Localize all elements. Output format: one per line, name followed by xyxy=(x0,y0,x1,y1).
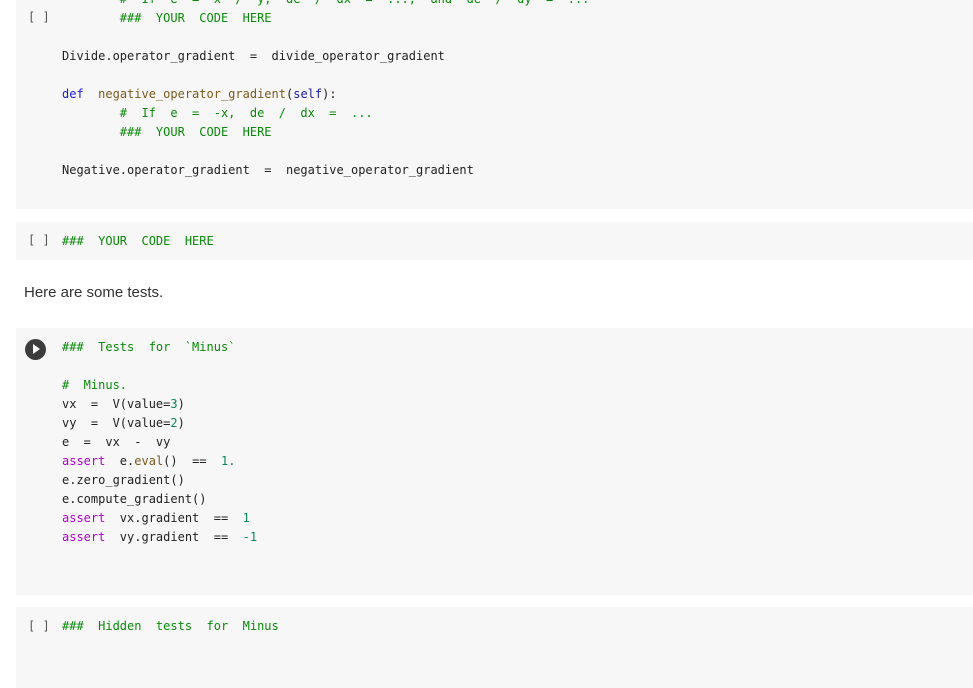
code-token: 2 xyxy=(170,416,178,430)
cell-run-bracket[interactable]: [ ] xyxy=(28,233,50,247)
code-token: def xyxy=(62,87,84,101)
code-editor[interactable]: ### Tests for `Minus` # Minus. vx = V(valu… xyxy=(62,338,257,547)
code-token: ) xyxy=(177,416,185,430)
code-token: () == xyxy=(163,454,221,468)
code-line: e.compute_gradient() xyxy=(62,490,257,509)
code-token: 3 xyxy=(170,397,178,411)
code-token: # If e = -x, de / dx = ... xyxy=(62,106,373,120)
code-line: ### YOUR CODE HERE xyxy=(62,232,214,251)
code-line: e.zero_gradient() xyxy=(62,471,257,490)
code-token: -1 xyxy=(242,530,258,544)
code-line: ### YOUR CODE HERE xyxy=(62,9,589,28)
code-token: assert xyxy=(62,530,106,544)
code-token: ) xyxy=(177,397,185,411)
code-token: 1 xyxy=(242,511,250,525)
code-line: # If e = x / y, de / dx = ..., and de / … xyxy=(62,0,590,9)
code-token: # Minus. xyxy=(62,378,128,392)
code-token: 1. xyxy=(220,454,236,468)
code-token: ### Hidden tests for Minus xyxy=(62,619,279,633)
code-line: Divide.operator_gradient = divide_operat… xyxy=(62,47,589,66)
markdown-text: Here are some tests. xyxy=(24,284,164,301)
cell-run-bracket[interactable]: [ ] xyxy=(28,619,50,633)
code-line: vy = V(value=2) xyxy=(62,414,257,433)
code-token: eval xyxy=(134,454,164,468)
code-token: ### YOUR CODE HERE xyxy=(62,234,214,248)
code-token: assert xyxy=(62,454,106,468)
code-line: assert vx.gradient == 1 xyxy=(62,509,257,528)
code-token: ### YOUR CODE HERE xyxy=(62,11,272,25)
run-cell-button[interactable] xyxy=(25,339,46,360)
code-line: ### YOUR CODE HERE xyxy=(62,123,589,142)
code-line: e = vx - vy xyxy=(62,433,257,452)
code-line: # Minus. xyxy=(62,376,257,395)
code-line: assert e.eval() == 1. xyxy=(62,452,257,471)
code-token: negative_operator_gradient xyxy=(98,87,286,101)
code-line: assert vy.gradient == -1 xyxy=(62,528,257,547)
code-editor[interactable]: # If e = x / y, de / dx = ..., and de / … xyxy=(62,0,589,180)
code-line: vx = V(value=3) xyxy=(62,395,257,414)
code-token: vy = V(value= xyxy=(62,416,171,430)
code-cell-your-code[interactable]: [ ] ### YOUR CODE HERE xyxy=(16,222,973,260)
cell-run-bracket[interactable]: [ ] xyxy=(28,10,50,24)
code-token: Divide.operator_gradient = divide_operat… xyxy=(62,49,445,63)
code-line: # If e = -x, de / dx = ... xyxy=(62,104,589,123)
code-token: vx = V(value= xyxy=(62,397,171,411)
code-token: ### YOUR CODE HERE xyxy=(62,125,272,139)
code-cell-divide-negative[interactable]: [ ] # If e = x / y, de / dx = ..., and d… xyxy=(16,0,973,209)
code-token: e = vx - vy xyxy=(62,435,171,449)
code-editor[interactable]: ### Hidden tests for Minus xyxy=(62,617,279,636)
code-line: ### Tests for `Minus` xyxy=(62,338,257,357)
code-token: ): xyxy=(322,87,337,101)
code-token: assert xyxy=(62,511,106,525)
code-token: ### Tests for `Minus` xyxy=(62,340,236,354)
code-token: vy.gradient == xyxy=(105,530,243,544)
code-editor[interactable]: ### YOUR CODE HERE xyxy=(62,232,214,251)
code-token: # If e = x / y, de / dx = ..., and de / … xyxy=(62,0,590,6)
code-line: def negative_operator_gradient(self): xyxy=(62,85,589,104)
code-line: ### Hidden tests for Minus xyxy=(62,617,279,636)
code-cell-tests-minus[interactable]: ### Tests for `Minus` # Minus. vx = V(valu… xyxy=(16,328,973,595)
code-token: e.zero_gradient() xyxy=(62,473,185,487)
code-token: Negative.operator_gradient = negative_op… xyxy=(62,163,474,177)
code-token: e.compute_gradient() xyxy=(62,492,207,506)
code-line: Negative.operator_gradient = negative_op… xyxy=(62,161,589,180)
code-token: vx.gradient == xyxy=(105,511,243,525)
code-token: e. xyxy=(105,454,135,468)
code-token: self xyxy=(293,87,323,101)
code-cell-hidden-tests[interactable]: [ ] ### Hidden tests for Minus xyxy=(16,607,973,688)
